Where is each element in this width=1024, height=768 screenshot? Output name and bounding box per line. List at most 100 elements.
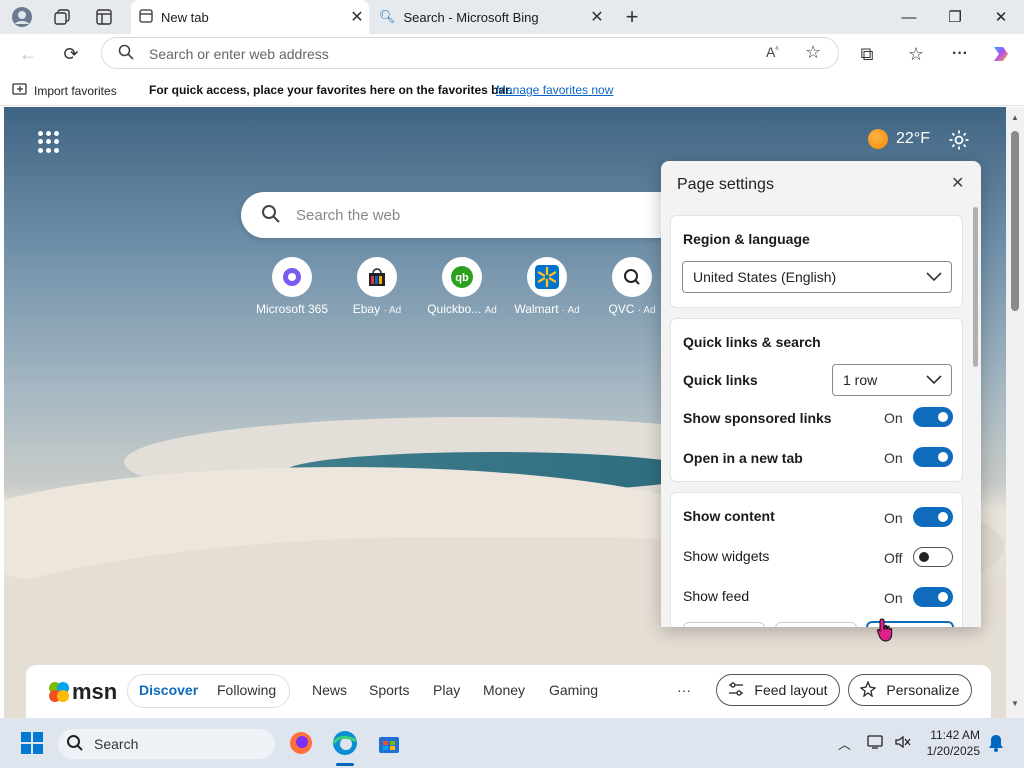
web-search-box[interactable]: Search the web xyxy=(241,192,681,238)
quick-link-label: Walmart xyxy=(514,302,559,316)
copilot-icon[interactable] xyxy=(988,41,1014,67)
ad-badge: Ad xyxy=(484,305,497,316)
search-icon xyxy=(66,734,84,755)
page-settings-title: Page settings xyxy=(677,176,774,193)
feed-layout-option[interactable] xyxy=(775,622,857,627)
page-scrollbar[interactable]: ▲ ▼ xyxy=(1006,107,1024,718)
msn-wordmark: msn xyxy=(72,679,118,704)
quick-links-select[interactable]: 1 row xyxy=(832,364,952,396)
nav-money[interactable]: Money xyxy=(483,682,525,698)
import-favorites-button[interactable]: Import favorites xyxy=(12,82,117,99)
settings-more-icon[interactable]: ··· xyxy=(947,41,973,67)
profile-avatar-icon[interactable] xyxy=(10,6,34,28)
chevron-up-icon[interactable]: ︿ xyxy=(838,734,851,753)
sponsored-links-label: Show sponsored links xyxy=(683,410,832,426)
search-icon xyxy=(261,204,281,229)
notification-bell-icon[interactable] xyxy=(988,734,1004,757)
apps-grid-icon[interactable] xyxy=(38,131,60,153)
personalize-label: Personalize xyxy=(886,682,960,698)
minimize-button[interactable]: — xyxy=(886,0,932,34)
nav-gaming[interactable]: Gaming xyxy=(549,682,598,698)
quick-links-label: Quick links xyxy=(683,372,758,388)
scroll-down-arrow-icon[interactable]: ▼ xyxy=(1011,699,1019,708)
shopping-bag-icon xyxy=(357,257,397,297)
sun-icon xyxy=(868,129,888,149)
restore-button[interactable]: ❐ xyxy=(932,0,978,34)
scrollbar-thumb[interactable] xyxy=(1011,131,1019,311)
new-tab-state: On xyxy=(884,450,903,466)
manage-favorites-link[interactable]: Manage favorites now xyxy=(496,83,613,97)
network-icon[interactable] xyxy=(867,734,885,755)
quick-link-label: QVC xyxy=(608,302,635,316)
msn-butterfly-icon xyxy=(49,682,69,702)
feed-layout-button[interactable]: Feed layout xyxy=(716,674,840,706)
show-widgets-toggle[interactable] xyxy=(913,547,953,567)
content-card: Show content On Show widgets Off Show fe… xyxy=(670,492,963,627)
quick-link-label: Microsoft 365 xyxy=(255,302,329,316)
microsoft-store-icon[interactable] xyxy=(375,729,403,757)
show-feed-toggle[interactable] xyxy=(913,587,953,607)
quick-links-search-card: Quick links & search Quick links 1 row S… xyxy=(670,318,963,482)
show-content-state: On xyxy=(884,510,903,526)
edge-icon[interactable] xyxy=(331,729,359,757)
volume-muted-icon[interactable] xyxy=(894,734,912,755)
system-clock[interactable]: 11:42 AM 1/20/2025 xyxy=(920,727,980,759)
nav-news[interactable]: News xyxy=(312,682,347,698)
nav-sports[interactable]: Sports xyxy=(369,682,409,698)
sponsored-links-toggle[interactable] xyxy=(913,407,953,427)
quick-link-label: Quickbo... xyxy=(427,302,482,316)
more-nav-icon[interactable]: ··· xyxy=(677,682,691,698)
extensions-icon[interactable]: ⧉ xyxy=(854,41,880,67)
nav-play[interactable]: Play xyxy=(433,682,460,698)
gear-icon[interactable] xyxy=(948,129,970,157)
tab-strip: New tab ✕ 🔍︎ Search - Microsoft Bing ✕ +… xyxy=(0,0,1024,34)
page-settings-panel: Page settings ✕ Region & language United… xyxy=(661,161,981,627)
back-arrow-icon[interactable]: ← xyxy=(15,41,41,67)
active-app-indicator xyxy=(336,763,354,766)
show-content-label: Show content xyxy=(683,508,775,524)
read-aloud-icon[interactable]: Aᵃ xyxy=(766,44,778,60)
chevron-down-icon xyxy=(925,365,943,405)
close-window-button[interactable]: ✕ xyxy=(978,0,1024,34)
panel-scrollbar-thumb[interactable] xyxy=(973,207,978,367)
refresh-icon[interactable]: ⟳ xyxy=(58,41,84,67)
tab-actions-icon[interactable] xyxy=(92,6,116,28)
walmart-spark-icon xyxy=(527,257,567,297)
tab-following[interactable]: Following xyxy=(217,682,276,698)
favorites-icon[interactable]: ☆ xyxy=(903,41,929,67)
ad-badge: · Ad xyxy=(383,305,402,316)
tab-new-tab[interactable]: New tab ✕ xyxy=(131,0,369,34)
search-icon xyxy=(118,44,134,65)
import-favorites-label: Import favorites xyxy=(34,83,117,98)
msn-logo[interactable]: msn xyxy=(48,679,117,705)
show-content-toggle[interactable] xyxy=(913,507,953,527)
firefox-icon[interactable] xyxy=(287,729,315,757)
address-placeholder: Search or enter web address xyxy=(149,46,329,62)
ad-badge: · Ad xyxy=(561,305,580,316)
close-icon[interactable]: ✕ xyxy=(951,173,964,193)
region-select[interactable]: United States (English) xyxy=(682,261,952,293)
workspaces-icon[interactable] xyxy=(50,6,74,28)
search-favicon-icon: 🔍︎ xyxy=(379,9,396,24)
feed-layout-option[interactable] xyxy=(683,622,765,627)
tab-bing-search[interactable]: 🔍︎ Search - Microsoft Bing ✕ xyxy=(371,0,609,34)
weather-widget[interactable]: 22°F xyxy=(868,129,930,149)
address-bar[interactable]: Search or enter web address Aᵃ ☆ xyxy=(101,37,839,69)
new-tab-plus-icon[interactable]: + xyxy=(620,4,644,29)
scroll-up-arrow-icon[interactable]: ▲ xyxy=(1011,113,1019,122)
tab-discover[interactable]: Discover xyxy=(139,682,198,698)
clock-time: 11:42 AM xyxy=(930,728,980,742)
qvc-icon xyxy=(612,257,652,297)
favorites-bar-message: For quick access, place your favorites h… xyxy=(149,83,513,97)
close-tab-icon[interactable]: ✕ xyxy=(345,7,369,27)
new-tab-toggle[interactable] xyxy=(913,447,953,467)
close-tab-icon[interactable]: ✕ xyxy=(585,7,609,27)
personalize-button[interactable]: Personalize xyxy=(848,674,972,706)
taskbar-search[interactable]: Search xyxy=(58,729,275,759)
windows-start-icon[interactable] xyxy=(18,729,46,757)
show-widgets-state: Off xyxy=(884,550,903,566)
favorite-star-icon[interactable]: ☆ xyxy=(805,42,821,63)
clock-date: 1/20/2025 xyxy=(926,744,980,758)
msn-feed-bar: msn Discover Following News Sports Play … xyxy=(26,665,991,718)
taskbar-search-label: Search xyxy=(94,736,139,752)
